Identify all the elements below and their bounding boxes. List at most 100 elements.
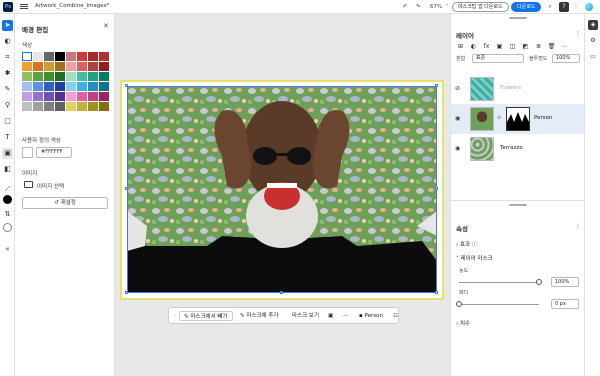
color-swatch[interactable]: [99, 92, 109, 101]
color-swatch[interactable]: [77, 62, 87, 71]
color-swatch[interactable]: [99, 52, 109, 61]
density-slider-knob[interactable]: [536, 279, 542, 285]
color-swatch[interactable]: [44, 82, 54, 91]
color-swatch[interactable]: [55, 102, 65, 111]
transform-handle[interactable]: [125, 84, 128, 87]
color-swatch[interactable]: [33, 62, 43, 71]
download-button[interactable]: 다운로드: [511, 2, 542, 12]
color-swatch[interactable]: [55, 82, 65, 91]
background-edit-icon[interactable]: ▣: [2, 148, 13, 159]
close-icon[interactable]: ✕: [103, 22, 109, 30]
color-swatch[interactable]: [66, 102, 76, 111]
color-swatch[interactable]: [33, 52, 43, 61]
layer-person[interactable]: ◉ ⊝ Person: [451, 104, 585, 134]
color-swatch[interactable]: [88, 72, 98, 81]
search-icon[interactable]: ⌕: [545, 2, 555, 12]
foreground-color-swatch[interactable]: [3, 195, 12, 204]
spot-heal-icon[interactable]: ✱: [2, 68, 13, 79]
color-swatch[interactable]: [33, 72, 43, 81]
dimensions-row[interactable]: › 치수: [456, 319, 470, 327]
color-swatch[interactable]: [44, 52, 54, 61]
subtract-from-mask-button[interactable]: ✎ 마스크에서 빼기: [179, 311, 233, 321]
apps-grid-icon[interactable]: ⋮: [571, 2, 581, 12]
panel-grip[interactable]: [509, 17, 527, 19]
fx-icon[interactable]: fx: [482, 42, 491, 51]
color-swatch[interactable]: [22, 72, 32, 81]
reset-button[interactable]: ↺ 재설정: [22, 197, 108, 209]
color-swatch[interactable]: [22, 82, 32, 91]
eye-icon[interactable]: ◉: [455, 145, 460, 152]
color-swatch[interactable]: [77, 72, 87, 81]
color-swatch[interactable]: [88, 82, 98, 91]
color-swatch[interactable]: [66, 52, 76, 61]
color-swatch[interactable]: [99, 62, 109, 71]
color-swatch[interactable]: [88, 52, 98, 61]
add-layer-icon[interactable]: ⊞: [456, 42, 465, 51]
color-swatch[interactable]: [66, 72, 76, 81]
custom-color-swatch[interactable]: [22, 147, 33, 158]
hidden-eye-icon[interactable]: ⊘: [455, 85, 460, 92]
color-swatch[interactable]: [88, 92, 98, 101]
color-swatch[interactable]: [55, 72, 65, 81]
settings-sliders-icon[interactable]: ☷: [389, 311, 402, 321]
density-value-input[interactable]: 100%: [551, 277, 579, 287]
adjustments-panel-icon[interactable]: ⚙: [588, 36, 598, 46]
fill-tool-icon[interactable]: ◧: [2, 164, 13, 175]
color-swatch[interactable]: [55, 52, 65, 61]
add-mask-icon[interactable]: ▣: [495, 42, 504, 51]
transform-handle[interactable]: [280, 291, 283, 294]
color-swatch[interactable]: [77, 52, 87, 61]
shape-tool-icon[interactable]: □: [2, 116, 13, 127]
color-swatch[interactable]: [66, 82, 76, 91]
more-icon[interactable]: ⋮: [575, 30, 581, 37]
color-swatch[interactable]: [44, 72, 54, 81]
layer-mask-thumbnail[interactable]: [506, 107, 530, 131]
collapse-panel-icon[interactable]: «: [2, 244, 13, 255]
layer-flowers[interactable]: ⊘ Flowers: [451, 74, 585, 104]
selection-brush-icon[interactable]: ◐: [2, 36, 13, 47]
swap-colors-icon[interactable]: ⇅: [2, 209, 13, 220]
clone-stamp-icon[interactable]: ⚲: [2, 100, 13, 111]
stack-icon[interactable]: ≣: [534, 42, 543, 51]
layer-mask-row[interactable]: ˅ 레이어 마스크: [456, 254, 493, 262]
transform-handle[interactable]: [435, 291, 438, 294]
color-swatch[interactable]: [99, 82, 109, 91]
color-swatch[interactable]: [99, 72, 109, 81]
undo-icon[interactable]: ↶: [400, 2, 410, 12]
color-swatch[interactable]: [99, 102, 109, 111]
group-icon[interactable]: ◩: [521, 42, 530, 51]
feather-slider-knob[interactable]: [456, 301, 462, 307]
color-swatch[interactable]: [44, 62, 54, 71]
color-swatch[interactable]: [66, 92, 76, 101]
transform-handle[interactable]: [435, 187, 438, 190]
adjustment-icon[interactable]: ◐: [469, 42, 478, 51]
clip-icon[interactable]: ◫: [508, 42, 517, 51]
color-swatch[interactable]: [33, 102, 43, 111]
brush-tool-icon[interactable]: ✎: [2, 84, 13, 95]
color-swatch[interactable]: [22, 62, 32, 71]
eyedropper-icon[interactable]: ⟋: [2, 184, 13, 195]
panel-grip[interactable]: [509, 204, 527, 206]
custom-color-hex-input[interactable]: #FFFFFF: [36, 147, 72, 158]
text-tool-icon[interactable]: T: [2, 132, 13, 143]
color-swatch[interactable]: [44, 102, 54, 111]
color-swatch[interactable]: [55, 62, 65, 71]
color-swatch[interactable]: [88, 62, 98, 71]
document-title[interactable]: Artwork_Combine_Images*: [35, 3, 109, 9]
help-icon[interactable]: ?: [559, 2, 569, 12]
select-image-link[interactable]: 이미지 선택: [37, 182, 64, 190]
drag-handle-icon[interactable]: ⁞: [171, 311, 179, 321]
color-swatch[interactable]: [77, 102, 87, 111]
color-swatch[interactable]: [66, 62, 76, 71]
color-swatch[interactable]: [55, 92, 65, 101]
more-options-icon[interactable]: ···: [338, 311, 351, 321]
download-desktop-app-button[interactable]: 데스크탑 앱 다운로드: [452, 2, 509, 12]
avatar[interactable]: [585, 3, 593, 11]
more-icon[interactable]: ⋮: [575, 223, 581, 230]
eye-icon[interactable]: ◉: [455, 115, 460, 122]
link-icon[interactable]: ⊝: [497, 115, 501, 121]
view-mask-button[interactable]: 마스크 보기: [288, 311, 323, 321]
add-to-mask-button[interactable]: ✎ 마스크에 추가: [236, 311, 282, 321]
trash-icon[interactable]: 🗑: [547, 42, 556, 51]
color-swatch[interactable]: [88, 102, 98, 111]
